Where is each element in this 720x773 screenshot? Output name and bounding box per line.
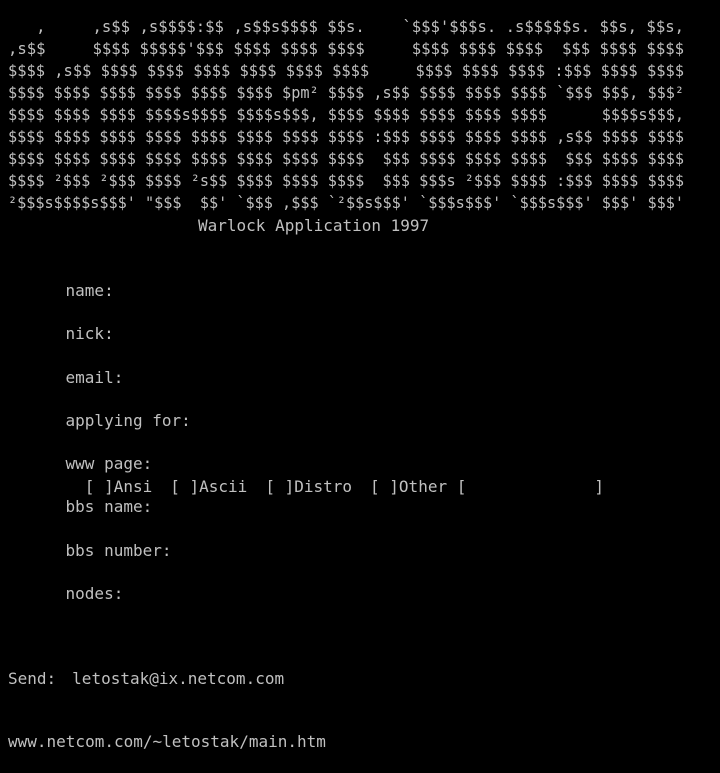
www-page-label: www page:	[65, 454, 153, 474]
send-label: Send:	[8, 669, 57, 688]
checkbox-bracket: [ ]	[170, 476, 200, 496]
checkbox-bracket: [ ]	[370, 476, 399, 496]
name-field[interactable]: name:	[27, 258, 604, 301]
send-email: letostak@ix.netcom.com	[72, 669, 285, 688]
applying-for-label: applying for:	[65, 410, 191, 430]
bbs-name-label: bbs name:	[65, 497, 153, 517]
option-distro-checkbox[interactable]: [ ]Distro	[265, 476, 352, 498]
logo-line-8: $$$$ ²$$$ ²$$$ $$$$ ²s$$ $$$$ $$$$ $$$$ …	[8, 171, 684, 190]
warlock-ascii-logo: , ,s$$ ,s$$$$:$$ ,s$$s$$$$ $$s. `$$$'$$$…	[8, 18, 684, 212]
option-ansi-checkbox[interactable]: [ ]Ansi	[85, 476, 152, 498]
bbs-number-field[interactable]: bbs number:	[27, 518, 604, 561]
logo-line-3: $$$$ ,s$$ $$$$ $$$$ $$$$ $$$$ $$$$ $$$$ …	[8, 61, 684, 80]
nick-label: nick:	[65, 324, 114, 344]
nodes-field[interactable]: nodes:	[27, 561, 604, 604]
option-distro-label: Distro	[294, 476, 353, 496]
logo-line-5: $$$$ $$$$ $$$$ $$$$s$$$$ $$$$s$$$, $$$$ …	[8, 105, 684, 124]
checkbox-bracket: [ ]	[265, 476, 295, 496]
option-ansi-label: Ansi	[113, 476, 153, 496]
applying-for-field: applying for: [ ]Ansi[ ]Ascii[ ]Distro[ …	[27, 388, 604, 496]
nodes-label: nodes:	[65, 584, 124, 604]
other-input-open-bracket: [	[456, 476, 467, 496]
application-title: Warlock Application 1997	[198, 216, 430, 235]
checkbox-bracket: [ ]	[84, 476, 114, 496]
logo-line-7: $$$$ $$$$ $$$$ $$$$ $$$$ $$$$ $$$$ $$$$ …	[8, 149, 684, 168]
logo-line-2: ,s$$ $$$$ $$$$$'$$$ $$$$ $$$$ $$$$ $$$$ …	[8, 39, 684, 58]
other-input-close-bracket: ]	[594, 476, 605, 496]
logo-line-1: , ,s$$ ,s$$$$:$$ ,s$$s$$$$ $$s. `$$$'$$$…	[8, 18, 684, 36]
logo-line-4: $$$$ $$$$ $$$$ $$$$ $$$$ $$$$ $pm² $$$$ …	[8, 83, 684, 102]
option-other-label: Other	[398, 476, 448, 496]
nick-field[interactable]: nick:	[27, 301, 604, 344]
application-form: name: nick: email: applying for: [ ]Ansi…	[27, 258, 604, 604]
logo-line-6: $$$$ $$$$ $$$$ $$$$ $$$$ $$$$ $$$$ $$$$ …	[8, 127, 684, 146]
bbs-number-label: bbs number:	[65, 540, 172, 560]
www-page-field[interactable]: www page:	[27, 431, 604, 474]
send-line: Send: letostak@ix.netcom.com	[8, 668, 326, 689]
option-ascii-label: Ascii	[199, 476, 248, 496]
footer: Send: letostak@ix.netcom.com www.netcom.c…	[8, 626, 326, 773]
name-label: name:	[65, 281, 114, 300]
logo-line-9: ²$$$s$$$$s$$$' "$$$ $$' `$$$ ,$$$ `²$$s$…	[8, 193, 684, 212]
email-field[interactable]: email:	[27, 345, 604, 388]
email-label: email:	[65, 367, 124, 387]
option-other-checkbox[interactable]: [ ]Other []	[370, 476, 604, 498]
option-ascii-checkbox[interactable]: [ ]Ascii	[170, 476, 247, 498]
homepage-url: www.netcom.com/~letostak/main.htm	[8, 732, 326, 751]
